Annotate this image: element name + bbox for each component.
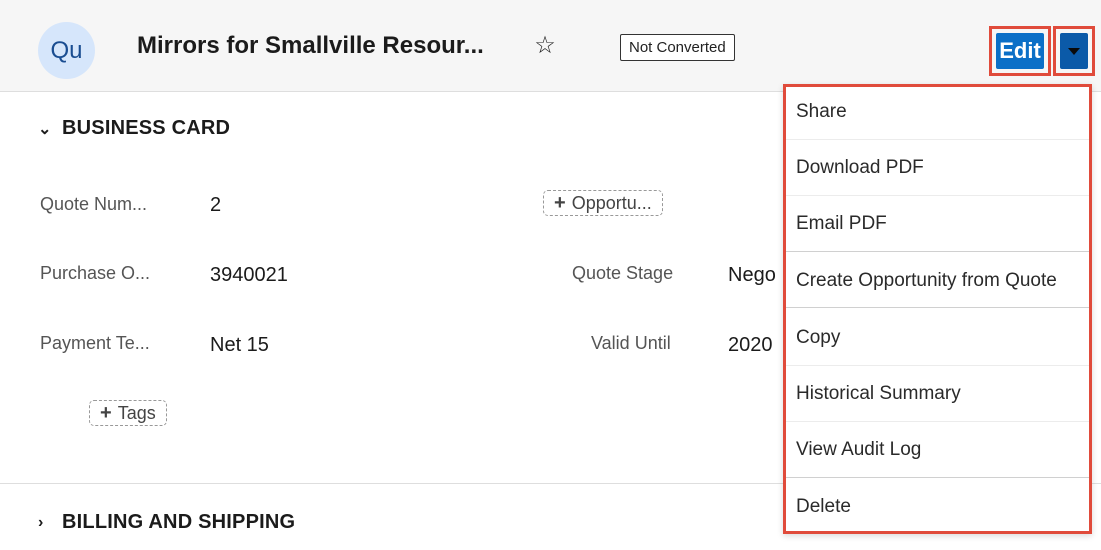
menu-divider	[786, 139, 1089, 140]
add-tags-button[interactable]: + Tags	[89, 400, 167, 426]
page-title: Mirrors for Smallville Resour...	[137, 32, 484, 59]
menu-divider	[786, 421, 1089, 422]
plus-icon: +	[100, 401, 112, 424]
star-icon[interactable]: ☆	[530, 30, 560, 60]
payment-terms-value: Net 15	[210, 334, 269, 356]
quote-number-label: Quote Num...	[40, 194, 148, 214]
add-opportunity-label: Opportu...	[571, 192, 652, 213]
chevron-right-icon: ›	[38, 513, 44, 531]
actions-dropdown-highlight	[1053, 26, 1095, 76]
menu-item-download-pdf[interactable]: Download PDF	[796, 157, 1086, 179]
quote-stage-value: Nego	[728, 264, 776, 286]
actions-dropdown-button[interactable]	[1060, 33, 1088, 69]
menu-divider	[786, 477, 1089, 478]
purchase-order-label: Purchase O...	[40, 263, 151, 283]
status-badge: Not Converted	[620, 34, 735, 61]
menu-item-historical-summary[interactable]: Historical Summary	[796, 383, 1086, 405]
menu-divider	[786, 251, 1089, 252]
menu-item-copy[interactable]: Copy	[796, 327, 1086, 349]
menu-item-view-audit-log[interactable]: View Audit Log	[796, 439, 1086, 461]
add-tags-label: Tags	[117, 402, 156, 423]
valid-until-label: Valid Until	[591, 333, 671, 353]
edit-button-highlight: Edit	[989, 26, 1051, 76]
menu-item-email-pdf[interactable]: Email PDF	[796, 213, 1086, 235]
section-title: BUSINESS CARD	[62, 117, 231, 139]
quote-stage-label: Quote Stage	[572, 263, 674, 283]
section-business-card[interactable]: ⌄ BUSINESS CARD	[38, 117, 230, 140]
valid-until-value: 2020	[728, 334, 773, 356]
plus-icon: +	[554, 191, 566, 214]
edit-button[interactable]: Edit	[996, 33, 1044, 69]
menu-item-share[interactable]: Share	[796, 101, 1086, 123]
avatar: Qu	[38, 22, 95, 79]
caret-down-icon	[1068, 47, 1080, 55]
add-opportunity-button[interactable]: + Opportu...	[543, 190, 663, 216]
menu-divider	[786, 307, 1089, 308]
menu-item-create-opportunity[interactable]: Create Opportunity from Quote	[796, 270, 1086, 292]
quote-number-value: 2	[210, 194, 222, 216]
menu-item-delete[interactable]: Delete	[796, 496, 1086, 518]
payment-terms-label: Payment Te...	[40, 333, 150, 353]
purchase-order-value: 3940021	[210, 264, 288, 286]
section-title: BILLING AND SHIPPING	[62, 511, 296, 533]
actions-menu: Share Download PDF Email PDF Create Oppo…	[783, 84, 1092, 534]
menu-divider	[786, 195, 1089, 196]
menu-divider	[786, 365, 1089, 366]
chevron-down-icon: ⌄	[38, 120, 52, 138]
section-billing-shipping[interactable]: › BILLING AND SHIPPING	[38, 511, 295, 534]
